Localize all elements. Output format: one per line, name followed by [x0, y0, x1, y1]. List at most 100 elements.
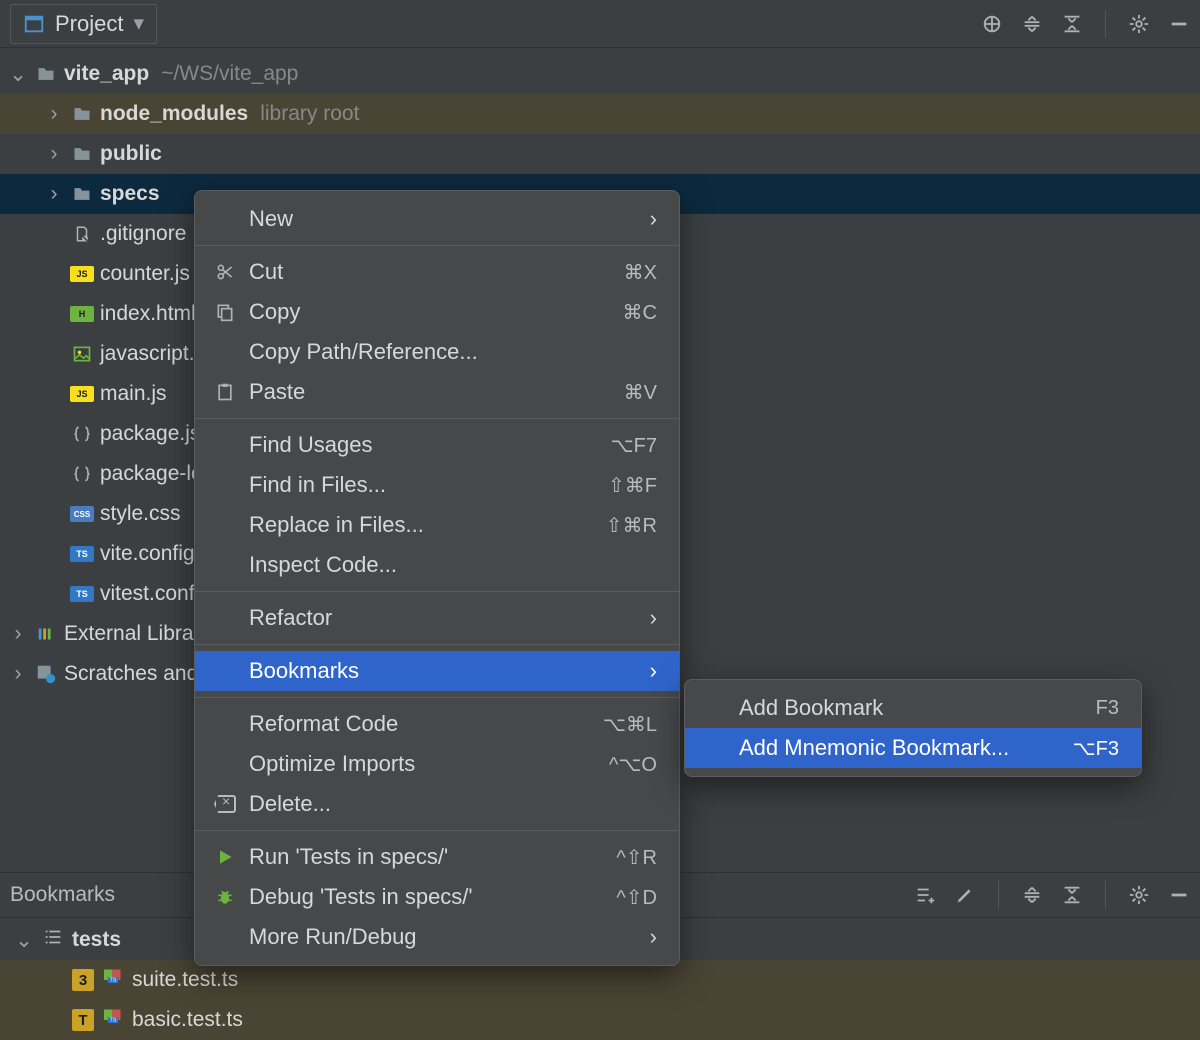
chevron-down-icon[interactable]: ⌄: [14, 928, 34, 953]
chevron-right-icon[interactable]: ›: [8, 624, 28, 644]
chevron-right-icon[interactable]: ›: [44, 184, 64, 204]
menu-item-label: Refactor: [249, 605, 332, 631]
minimize-icon[interactable]: [1168, 13, 1190, 35]
svg-text:TS: TS: [110, 978, 117, 984]
menu-item-label: Copy: [249, 299, 300, 325]
folder-icon: [70, 142, 94, 166]
context-menu[interactable]: New › Cut ⌘X Copy ⌘C Copy Path/Reference…: [194, 190, 680, 966]
submenu-item[interactable]: Add Bookmark F3: [685, 688, 1141, 728]
menu-item-shortcut: ⌥F7: [611, 433, 657, 458]
image-file-icon: [70, 342, 94, 366]
menu-separator: [195, 418, 679, 419]
menu-item-icon-slot: [703, 736, 727, 760]
menu-item-icon-slot: [213, 513, 237, 537]
separator: [998, 881, 999, 909]
menu-item-label: Replace in Files...: [249, 512, 424, 538]
menu-item-label: Optimize Imports: [249, 751, 415, 777]
chevron-right-icon[interactable]: ›: [44, 104, 64, 124]
bug-icon: [213, 885, 237, 909]
bookmark-mnemonic-badge: T: [72, 1009, 94, 1031]
menu-item[interactable]: New ›: [195, 199, 679, 239]
chevron-right-icon: ›: [650, 605, 657, 631]
menu-item-label: Paste: [249, 379, 305, 405]
menu-item-shortcut: ⇧⌘F: [608, 473, 657, 498]
menu-item[interactable]: Paste ⌘V: [195, 372, 679, 412]
menu-item[interactable]: Delete...: [195, 784, 679, 824]
svg-text:TS: TS: [110, 1018, 117, 1024]
ts-test-file-icon: TS: [102, 968, 124, 992]
select-opened-file-icon[interactable]: [981, 13, 1003, 35]
menu-item[interactable]: Replace in Files... ⇧⌘R: [195, 505, 679, 545]
toolbar: Project ▾: [0, 0, 1200, 48]
bookmark-label: basic.test.ts: [132, 1008, 243, 1032]
bookmark-mnemonic-badge: 3: [72, 969, 94, 991]
menu-item-label: Copy Path/Reference...: [249, 339, 478, 365]
css-file-icon: CSS: [70, 506, 94, 522]
folder-icon: [34, 62, 58, 86]
menu-separator: [195, 830, 679, 831]
menu-item[interactable]: More Run/Debug ›: [195, 917, 679, 957]
json-file-icon: [70, 422, 94, 446]
menu-item-label: Bookmarks: [249, 658, 359, 684]
menu-item-label: Add Bookmark: [739, 695, 883, 721]
menu-item[interactable]: Run 'Tests in specs/' ^⇧R: [195, 837, 679, 877]
menu-item-label: Find in Files...: [249, 472, 386, 498]
collapse-all-icon[interactable]: [1061, 13, 1083, 35]
bookmarks-title: Bookmarks: [10, 883, 115, 907]
tree-node-label: public: [100, 142, 162, 166]
tree-folder-row[interactable]: › public: [0, 134, 1200, 174]
gear-icon[interactable]: [1128, 884, 1150, 906]
menu-item-icon-slot: [213, 207, 237, 231]
tree-node-label: specs: [100, 182, 160, 206]
menu-item[interactable]: Refactor ›: [195, 598, 679, 638]
separator: [1105, 10, 1106, 38]
menu-item-shortcut: F3: [1096, 697, 1119, 720]
scratch-icon: [34, 662, 58, 686]
menu-item-icon-slot: [213, 606, 237, 630]
edit-icon[interactable]: [954, 884, 976, 906]
chevron-right-icon[interactable]: ›: [8, 664, 28, 684]
menu-item[interactable]: Bookmarks ›: [195, 651, 679, 691]
bookmark-row[interactable]: T TS basic.test.ts: [0, 1000, 1200, 1040]
tree-node-label: vite_app: [64, 62, 149, 86]
menu-item-label: More Run/Debug: [249, 924, 417, 950]
chevron-right-icon[interactable]: ›: [44, 144, 64, 164]
chevron-right-icon: ›: [650, 924, 657, 950]
menu-item[interactable]: Find in Files... ⇧⌘F: [195, 465, 679, 505]
menu-item[interactable]: Find Usages ⌥F7: [195, 425, 679, 465]
menu-separator: [195, 591, 679, 592]
submenu-item[interactable]: Add Mnemonic Bookmark... ⌥F3: [685, 728, 1141, 768]
menu-item-icon-slot: [213, 752, 237, 776]
tree-node-label: counter.js: [100, 262, 190, 286]
chevron-down-icon[interactable]: ⌄: [8, 64, 28, 84]
text-file-icon: [70, 222, 94, 246]
menu-item-icon-slot: [213, 473, 237, 497]
project-view-selector[interactable]: Project ▾: [10, 4, 157, 44]
menu-item-label: Debug 'Tests in specs/': [249, 884, 473, 910]
bookmarks-submenu[interactable]: Add Bookmark F3 Add Mnemonic Bookmark...…: [684, 679, 1142, 777]
lib-icon: [34, 622, 58, 646]
menu-item[interactable]: Copy ⌘C: [195, 292, 679, 332]
menu-item[interactable]: Reformat Code ⌥⌘L: [195, 704, 679, 744]
bookmark-list-icon: [42, 926, 64, 954]
menu-item-icon-slot: [213, 712, 237, 736]
menu-item-icon-slot: [213, 659, 237, 683]
expand-all-icon[interactable]: [1021, 13, 1043, 35]
minimize-icon[interactable]: [1168, 884, 1190, 906]
menu-item-label: Find Usages: [249, 432, 373, 458]
menu-item[interactable]: Debug 'Tests in specs/' ^⇧D: [195, 877, 679, 917]
menu-item-icon-slot: [213, 553, 237, 577]
bookmark-row[interactable]: 3 TS suite.test.ts: [0, 960, 1200, 1000]
collapse-all-icon[interactable]: [1061, 884, 1083, 906]
tree-root[interactable]: ⌄ vite_app ~/WS/vite_app: [0, 54, 1200, 94]
tree-node-label: .gitignore: [100, 222, 186, 246]
gear-icon[interactable]: [1128, 13, 1150, 35]
bookmark-add-icon[interactable]: [914, 884, 936, 906]
menu-item[interactable]: Optimize Imports ^⌥O: [195, 744, 679, 784]
menu-item[interactable]: Copy Path/Reference...: [195, 332, 679, 372]
ts-file-icon: TS: [70, 546, 94, 562]
menu-item[interactable]: Inspect Code...: [195, 545, 679, 585]
menu-item[interactable]: Cut ⌘X: [195, 252, 679, 292]
expand-all-icon[interactable]: [1021, 884, 1043, 906]
tree-folder-row[interactable]: › node_modules library root: [0, 94, 1200, 134]
